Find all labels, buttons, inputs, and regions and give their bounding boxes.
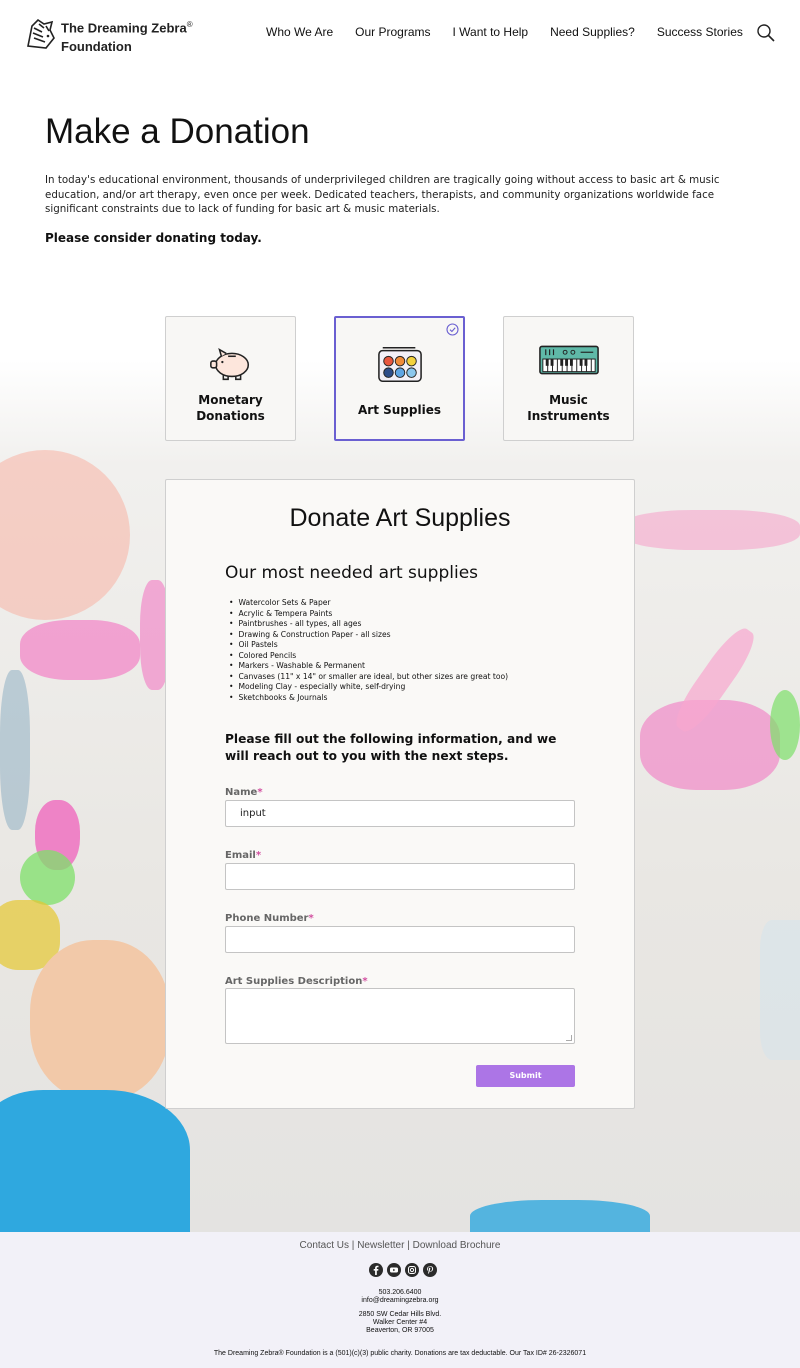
check-circle-icon [446,321,459,336]
search-icon[interactable] [756,23,776,43]
option-label: Music Instruments [527,393,610,423]
name-label: Name* [225,787,263,798]
pinterest-icon[interactable] [423,1263,437,1277]
footer-legal: The Dreaming Zebra® Foundation is a (501… [213,1350,587,1357]
site-footer: Contact Us | Newsletter | Download Broch… [0,1232,800,1368]
phone-label: Phone Number* [225,913,314,924]
needed-supplies-title: Our most needed art supplies [225,563,479,583]
intro-text: In today's educational environment, thou… [45,174,720,215]
footer-email[interactable]: info@dreamingzebra.org [0,1297,800,1306]
list-item: Watercolor Sets & Paper [229,598,508,609]
nav-our-programs[interactable]: Our Programs [355,25,430,39]
needed-supplies-list: Watercolor Sets & Paper Acrylic & Temper… [229,598,508,703]
cta-text: Please consider donating today. [45,231,262,245]
social-links [369,1263,441,1277]
description-textarea[interactable] [225,988,575,1044]
footer-link-newsletter[interactable]: Newsletter [357,1240,404,1251]
description-label: Art Supplies Description* [225,976,368,987]
list-item: Sketchbooks & Journals [229,693,508,704]
footer-link-contact[interactable]: Contact Us [300,1240,349,1251]
footer-link-brochure[interactable]: Download Brochure [413,1240,501,1251]
list-item: Markers - Washable & Permanent [229,661,508,672]
email-input[interactable] [225,863,575,890]
list-item: Acrylic & Tempera Paints [229,609,508,620]
list-item: Modeling Clay - especially white, self-d… [229,682,508,693]
brand-name: The Dreaming Zebra® Foundation [61,20,193,54]
site-header: The Dreaming Zebra® Foundation Who We Ar… [0,0,800,68]
list-item: Oil Pastels [229,640,508,651]
form-instructions: Please fill out the following informatio… [225,732,557,763]
nav-success-stories[interactable]: Success Stories [657,25,743,39]
paint-palette-icon [377,344,423,388]
form-title: Donate Art Supplies [289,504,511,532]
nav-who-we-are[interactable]: Who We Are [266,25,333,39]
facebook-icon[interactable] [369,1263,383,1277]
email-label: Email* [225,850,262,861]
option-monetary-donations[interactable]: Monetary Donations [165,316,296,441]
nav-need-supplies[interactable]: Need Supplies? [550,25,635,39]
option-label: Monetary Donations [196,393,265,423]
zebra-head-icon [22,16,58,56]
youtube-icon[interactable] [387,1263,401,1277]
option-art-supplies[interactable]: Art Supplies [334,316,465,441]
option-label: Art Supplies [358,403,441,417]
list-item: Drawing & Construction Paper - all sizes [229,630,508,641]
instagram-icon[interactable] [405,1263,419,1277]
footer-links: Contact Us | Newsletter | Download Broch… [299,1240,501,1251]
nav-i-want-to-help[interactable]: I Want to Help [453,25,529,39]
main-nav: Who We Are Our Programs I Want to Help N… [266,25,765,39]
keyboard-icon [538,343,600,381]
name-input[interactable]: input [225,800,575,827]
list-item: Paintbrushes - all types, all ages [229,619,508,630]
brand-logo[interactable]: The Dreaming Zebra® Foundation [22,16,193,56]
submit-button[interactable]: Submit [476,1065,575,1087]
footer-address-3: Beaverton, OR 97005 [366,1327,434,1334]
option-music-instruments[interactable]: Music Instruments [503,316,634,441]
list-item: Colored Pencils [229,651,508,662]
phone-input[interactable] [225,926,575,953]
donation-form-panel: Donate Art Supplies Our most needed art … [165,479,635,1109]
piggy-bank-icon [207,343,255,387]
page-title: Make a Donation [45,112,310,151]
list-item: Canvases (11" x 14" or smaller are ideal… [229,672,508,683]
